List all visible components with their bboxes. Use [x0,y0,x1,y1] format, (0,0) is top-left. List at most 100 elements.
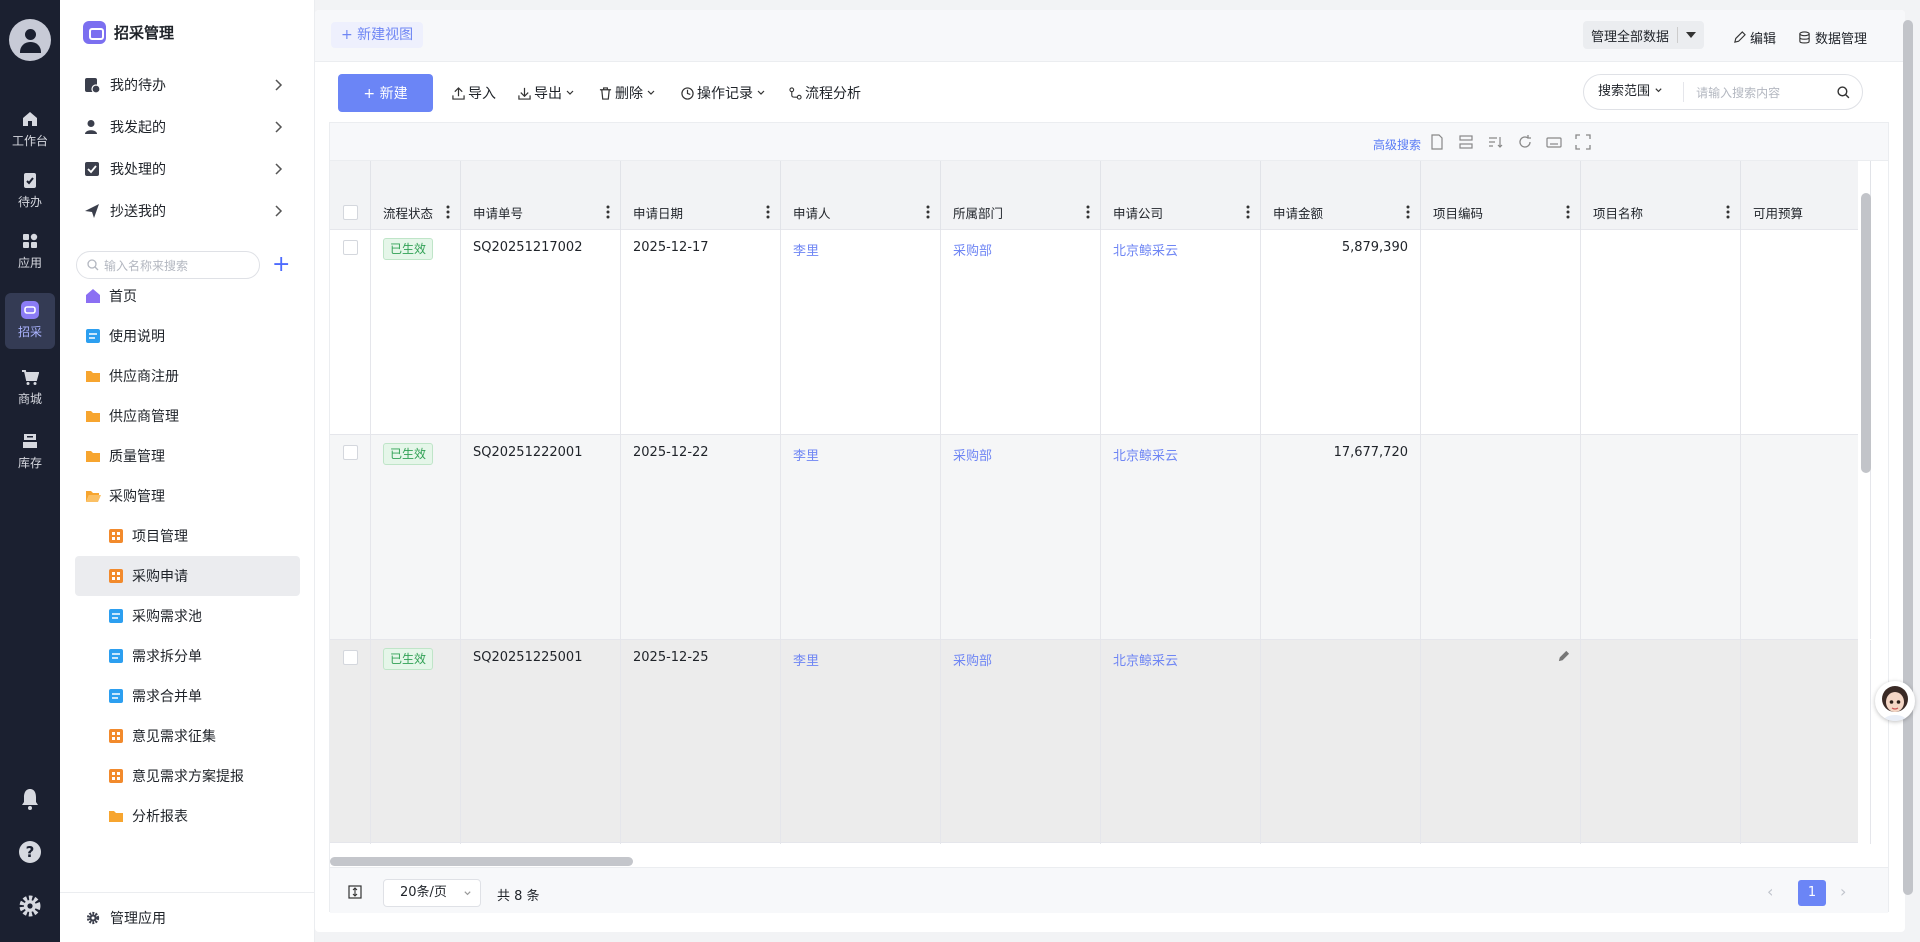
nav-search-input[interactable]: 输入名称来搜索 [76,251,260,279]
refresh-icon[interactable] [1517,134,1533,150]
nav-item[interactable]: 采购申请 [75,556,300,596]
cell-link-dept[interactable]: 采购部 [953,449,992,464]
fullscreen-icon[interactable] [1575,134,1591,150]
prev-page-button[interactable]: ‹ [1767,882,1773,902]
edit-button[interactable]: 编辑 [1733,28,1776,47]
next-page-button[interactable]: › [1840,882,1846,902]
bell-icon[interactable] [18,787,42,811]
user-avatar[interactable] [9,19,51,61]
page-number-current[interactable]: 1 [1798,880,1826,906]
cell-link-applicant[interactable]: 李里 [793,449,819,464]
horizontal-scrollbar[interactable] [330,857,633,866]
cell-link-applicant[interactable]: 李里 [793,244,819,259]
group-initiated[interactable]: 我发起的 [84,110,294,144]
column-header-name[interactable]: 项目名称 [1581,161,1741,230]
keyboard-icon[interactable] [1546,134,1562,150]
column-menu-icon[interactable] [926,205,930,219]
nav-item[interactable]: 意见需求征集 [75,716,300,756]
data-management-button[interactable]: 数据管理 [1798,28,1867,47]
assistant-avatar-button[interactable] [1875,681,1915,721]
column-header-budget[interactable]: 可用预算 [1741,161,1871,230]
sort-icon[interactable] [1487,134,1503,150]
nav-item[interactable]: 供应商管理 [75,396,300,436]
column-header-no[interactable]: 申请单号 [461,161,621,230]
rail-mall[interactable]: 商城 [0,360,60,412]
rail-workbench[interactable]: 工作台 [0,102,60,154]
delete-dropdown[interactable]: 删除 [599,74,659,112]
nav-item[interactable]: 分析报表 [75,796,300,836]
group-fields-icon[interactable] [1458,134,1474,150]
rail-apps[interactable]: 应用 [0,224,60,276]
search-icon[interactable] [1837,85,1850,99]
add-page-button[interactable]: + [272,253,290,277]
operation-log-dropdown[interactable]: 操作记录 [681,74,769,112]
column-menu-icon[interactable] [1086,205,1090,219]
advanced-search-link[interactable]: 高级搜索 [1373,136,1421,153]
column-menu-icon[interactable] [1246,205,1250,219]
folder-icon [86,371,100,382]
table-row[interactable]: 已生效 SQ20251225001 2025-12-25 李里 采购部 北京鲸采云 [330,640,1871,844]
column-header-applicant[interactable]: 申请人 [781,161,941,230]
nav-item[interactable]: 采购需求池 [75,596,300,636]
page-size-select[interactable]: 20条/页 [383,879,481,907]
group-cc[interactable]: 抄送我的 [84,194,294,228]
nav-item[interactable]: 需求拆分单 [75,636,300,676]
table-search[interactable]: 搜索范围 请输入搜索内容 [1583,74,1863,110]
cell-link-dept[interactable]: 采购部 [953,654,992,669]
grid-toolbar: 高级搜索 [330,123,1888,161]
create-button[interactable]: + 新建 [338,74,433,112]
cell-link-applicant[interactable]: 李里 [793,654,819,669]
column-menu-icon[interactable] [606,205,610,219]
nav-item[interactable]: 意见需求方案提报 [75,756,300,796]
column-menu-icon[interactable] [766,205,770,219]
nav-item[interactable]: 项目管理 [75,516,300,556]
column-header-company[interactable]: 申请公司 [1101,161,1261,230]
edit-cell-pencil-icon[interactable] [1557,650,1570,663]
row-checkbox[interactable] [343,240,358,255]
column-menu-icon[interactable] [446,205,450,219]
report-icon[interactable] [1429,134,1445,150]
cell-applicant: 李里 [781,640,941,844]
row-height-icon[interactable] [348,885,362,899]
row-checkbox[interactable] [343,445,358,460]
nav-item[interactable]: 首页 [75,276,300,316]
row-checkbox[interactable] [343,650,358,665]
nav-item[interactable]: 需求合并单 [75,676,300,716]
flow-analysis-button[interactable]: 流程分析 [789,74,861,112]
rail-inventory[interactable]: 库存 [0,424,60,476]
search-scope-dropdown[interactable]: 搜索范围 [1584,82,1685,102]
cell-link-company[interactable]: 北京鲸采云 [1113,449,1178,464]
settings-gear-icon[interactable] [18,894,42,918]
nav-item[interactable]: 供应商注册 [75,356,300,396]
column-header-dept[interactable]: 所属部门 [941,161,1101,230]
table-row[interactable]: 已生效 SQ20251217002 2025-12-17 李里 采购部 北京鲸采云 5,87… [330,230,1871,435]
column-menu-icon[interactable] [1726,205,1730,219]
table-row[interactable]: 已生效 SQ20251222001 2025-12-22 李里 采购部 北京鲸采云 17,6… [330,435,1871,640]
vertical-scrollbar[interactable] [1861,193,1871,473]
column-menu-icon[interactable] [1406,205,1410,219]
page-scrollbar[interactable] [1903,20,1913,895]
manage-all-data-dropdown[interactable]: 管理全部数据 [1583,21,1705,49]
nav-item[interactable]: 质量管理 [75,436,300,476]
group-my-todo[interactable]: 我的待办 [84,68,294,102]
cell-link-company[interactable]: 北京鲸采云 [1113,244,1178,259]
manage-app-button[interactable]: 管理应用 [60,892,315,942]
nav-item[interactable]: 使用说明 [75,316,300,356]
rail-todo[interactable]: 待办 [0,163,60,215]
export-dropdown[interactable]: 导出 [518,74,578,112]
new-view-button[interactable]: + 新建视图 [331,22,424,48]
cell-link-company[interactable]: 北京鲸采云 [1113,654,1178,669]
help-icon[interactable]: ? [18,840,42,864]
column-header-date[interactable]: 申请日期 [621,161,781,230]
column-menu-icon[interactable] [1566,205,1570,219]
column-header-code[interactable]: 项目编码 [1421,161,1581,230]
group-processed[interactable]: 我处理的 [84,152,294,186]
import-button[interactable]: 导入 [452,74,496,112]
rail-procurement[interactable]: 招采 [5,293,55,349]
nav-item[interactable]: 采购管理 [75,476,300,516]
column-header-amount[interactable]: 申请金额 [1261,161,1421,230]
search-input[interactable]: 请输入搜索内容 [1684,84,1837,101]
cell-link-dept[interactable]: 采购部 [953,244,992,259]
column-header-status[interactable]: 流程状态 [371,161,461,230]
select-all-checkbox[interactable] [343,205,358,220]
